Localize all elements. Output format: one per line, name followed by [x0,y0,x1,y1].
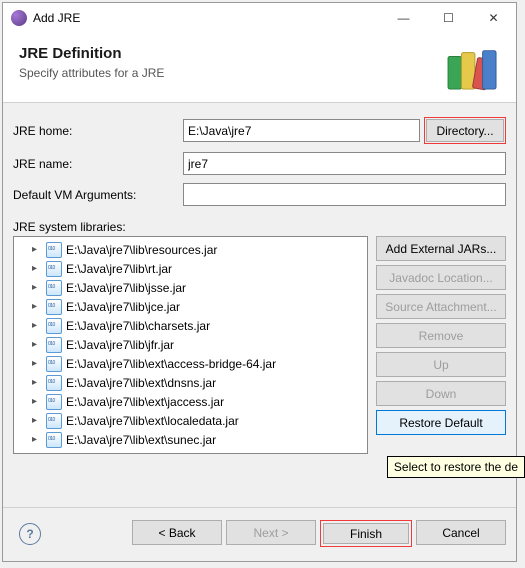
tree-item[interactable]: ▸ E:\Java\jre7\lib\ext\sunec.jar [14,430,367,449]
finish-highlight: Finish [320,520,412,547]
jar-icon [46,413,62,429]
header-title: JRE Definition [19,45,500,62]
minimize-button[interactable]: — [381,3,426,33]
jar-icon [46,432,62,448]
title-bar: Add JRE — ☐ ✕ [3,3,516,33]
jar-icon [46,356,62,372]
jar-icon [46,242,62,258]
jre-home-input[interactable] [183,119,420,142]
expand-icon[interactable]: ▸ [32,301,44,312]
expand-icon[interactable]: ▸ [32,320,44,331]
directory-button[interactable]: Directory... [426,119,504,142]
jar-icon [46,375,62,391]
expand-icon[interactable]: ▸ [32,263,44,274]
jar-path: E:\Java\jre7\lib\ext\localedata.jar [66,414,239,428]
jar-icon [46,318,62,334]
jar-path: E:\Java\jre7\lib\ext\sunec.jar [66,433,216,447]
tree-item[interactable]: ▸ E:\Java\jre7\lib\resources.jar [14,240,367,259]
restore-default-button[interactable]: Restore Default [376,410,506,435]
expand-icon[interactable]: ▸ [32,377,44,388]
jar-path: E:\Java\jre7\lib\jce.jar [66,300,180,314]
javadoc-location-button[interactable]: Javadoc Location... [376,265,506,290]
jar-path: E:\Java\jre7\lib\jfr.jar [66,338,174,352]
tree-item[interactable]: ▸ E:\Java\jre7\lib\jsse.jar [14,278,367,297]
vm-args-label: Default VM Arguments: [13,188,183,202]
system-libraries-tree[interactable]: ▸ E:\Java\jre7\lib\resources.jar ▸ E:\Java\… [13,236,368,454]
tooltip: Select to restore the de [387,456,525,478]
vm-args-input[interactable] [183,183,506,206]
expand-icon[interactable]: ▸ [32,434,44,445]
jar-icon [46,299,62,315]
tree-item[interactable]: ▸ E:\Java\jre7\lib\rt.jar [14,259,367,278]
expand-icon[interactable]: ▸ [32,396,44,407]
jar-path: E:\Java\jre7\lib\ext\jaccess.jar [66,395,224,409]
add-jre-dialog: Add JRE — ☐ ✕ JRE Definition Specify att… [2,2,517,562]
finish-button[interactable]: Finish [323,523,409,544]
jre-home-label: JRE home: [13,124,183,138]
add-external-jars-button[interactable]: Add External JARs... [376,236,506,261]
expand-icon[interactable]: ▸ [32,415,44,426]
tree-item[interactable]: ▸ E:\Java\jre7\lib\jce.jar [14,297,367,316]
next-button[interactable]: Next > [226,520,316,545]
expand-icon[interactable]: ▸ [32,282,44,293]
jar-path: E:\Java\jre7\lib\resources.jar [66,243,217,257]
back-button[interactable]: < Back [132,520,222,545]
jar-icon [46,280,62,296]
expand-icon[interactable]: ▸ [32,358,44,369]
up-button[interactable]: Up [376,352,506,377]
eclipse-icon [11,10,27,26]
source-attachment-button[interactable]: Source Attachment... [376,294,506,319]
window-title: Add JRE [33,11,381,25]
tree-item[interactable]: ▸ E:\Java\jre7\lib\jfr.jar [14,335,367,354]
tree-item[interactable]: ▸ E:\Java\jre7\lib\ext\localedata.jar [14,411,367,430]
expand-icon[interactable]: ▸ [32,339,44,350]
main-area: JRE home: Directory... JRE name: Default… [3,103,516,507]
tree-item[interactable]: ▸ E:\Java\jre7\lib\ext\jaccess.jar [14,392,367,411]
tree-item[interactable]: ▸ E:\Java\jre7\lib\ext\access-bridge-64.j… [14,354,367,373]
help-icon[interactable]: ? [19,523,41,545]
jar-path: E:\Java\jre7\lib\rt.jar [66,262,172,276]
jar-path: E:\Java\jre7\lib\ext\access-bridge-64.ja… [66,357,276,371]
jre-name-label: JRE name: [13,157,183,171]
maximize-button[interactable]: ☐ [426,3,471,33]
remove-button[interactable]: Remove [376,323,506,348]
system-libraries-label: JRE system libraries: [13,220,506,234]
jar-path: E:\Java\jre7\lib\charsets.jar [66,319,210,333]
jar-icon [46,337,62,353]
tree-item[interactable]: ▸ E:\Java\jre7\lib\ext\dnsns.jar [14,373,367,392]
footer: ? < Back Next > Finish Cancel [3,507,516,561]
expand-icon[interactable]: ▸ [32,244,44,255]
header-subtitle: Specify attributes for a JRE [19,66,500,80]
cancel-button[interactable]: Cancel [416,520,506,545]
jar-path: E:\Java\jre7\lib\jsse.jar [66,281,186,295]
dialog-header: JRE Definition Specify attributes for a … [3,33,516,103]
jar-path: E:\Java\jre7\lib\ext\dnsns.jar [66,376,216,390]
jre-name-input[interactable] [183,152,506,175]
close-button[interactable]: ✕ [471,3,516,33]
jar-icon [46,394,62,410]
jar-icon [46,261,62,277]
down-button[interactable]: Down [376,381,506,406]
library-icon [444,43,502,91]
tree-item[interactable]: ▸ E:\Java\jre7\lib\charsets.jar [14,316,367,335]
directory-highlight: Directory... [424,117,506,144]
